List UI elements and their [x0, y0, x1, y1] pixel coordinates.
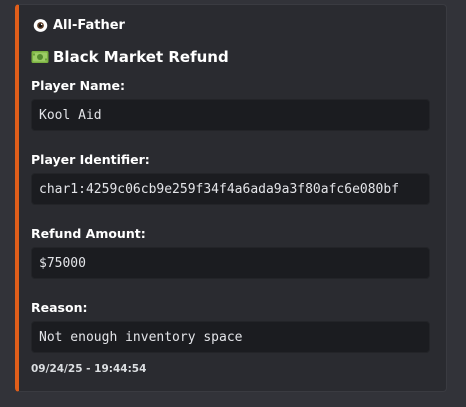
footer-timestamp: 09/24/25 - 19:44:54 [31, 363, 147, 375]
money-icon [31, 51, 49, 63]
field-name-reason: Reason: [31, 300, 88, 315]
field-name-player-identifier: Player Identifier: [31, 152, 150, 167]
field-value-refund-amount: $75000 [31, 247, 430, 279]
field-value-player-name: Kool Aid [31, 99, 430, 131]
field-name-player-name: Player Name: [31, 78, 126, 93]
author-name[interactable]: All-Father [53, 18, 125, 33]
field-value-reason: Not enough inventory space [31, 321, 430, 353]
title-text: Black Market Refund [53, 48, 229, 66]
embed-card: All-Father Black Market Refund Player Na… [15, 4, 447, 392]
eye-icon [33, 19, 48, 32]
field-value-player-identifier: char1:4259c06cb9e259f34f4a6ada9a3f80afc6… [31, 173, 430, 205]
embed-title: Black Market Refund [31, 48, 229, 66]
field-name-refund-amount: Refund Amount: [31, 226, 146, 241]
embed-author: All-Father [33, 18, 125, 33]
